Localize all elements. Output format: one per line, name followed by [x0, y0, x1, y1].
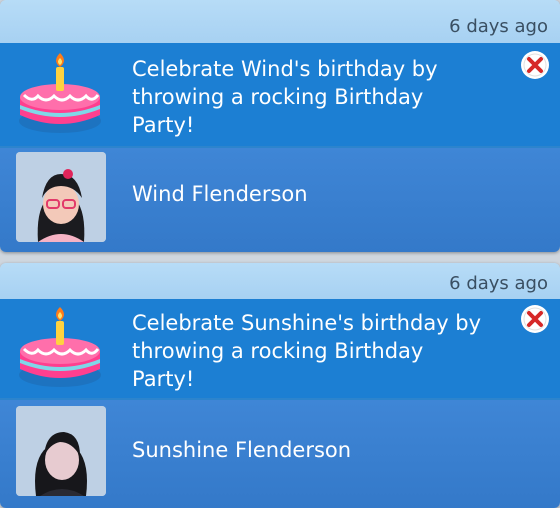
birthday-cake-icon — [16, 51, 104, 139]
notification-message: Celebrate Wind's birthday by throwing a … — [132, 57, 438, 137]
close-icon — [521, 305, 549, 333]
notification-card: 6 days ago Celebrate Wind's birthday by … — [0, 0, 560, 252]
birthday-cake-icon — [16, 305, 104, 393]
sim-row[interactable]: Sunshine Flenderson — [0, 400, 560, 508]
close-button[interactable] — [519, 303, 551, 335]
timestamp: 6 days ago — [449, 273, 548, 294]
notification-message: Celebrate Sunshine's birthday by throwin… — [132, 311, 482, 391]
timestamp: 6 days ago — [449, 16, 548, 37]
notification-message-row: Celebrate Wind's birthday by throwing a … — [0, 43, 560, 148]
sim-name: Sunshine Flenderson — [132, 438, 352, 462]
notification-header: 6 days ago — [0, 0, 560, 43]
notification-message-row: Celebrate Sunshine's birthday by throwin… — [0, 299, 560, 400]
sim-row[interactable]: Wind Flenderson — [0, 148, 560, 252]
sim-name: Wind Flenderson — [132, 182, 308, 206]
notification-header: 6 days ago — [0, 263, 560, 299]
close-icon — [521, 51, 549, 79]
sim-avatar[interactable] — [16, 152, 106, 242]
close-button[interactable] — [519, 49, 551, 81]
sim-avatar[interactable] — [16, 406, 106, 496]
notification-card: 6 days ago Celebrate Sunshine's birthday… — [0, 263, 560, 508]
